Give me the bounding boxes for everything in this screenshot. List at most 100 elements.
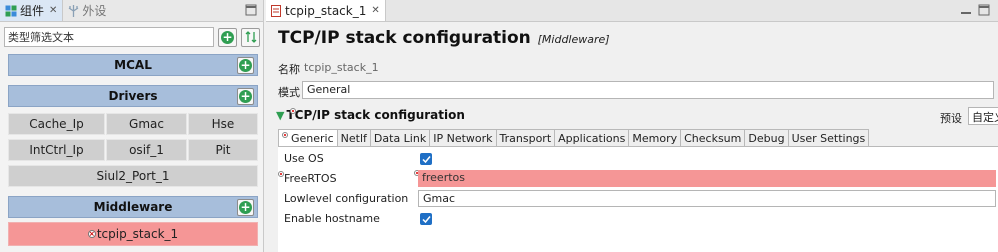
error-icon: × bbox=[87, 230, 96, 238]
page-title: TCP/IP stack configuration bbox=[278, 28, 531, 48]
tab-peripherals[interactable]: 外设 bbox=[63, 0, 111, 21]
component-intctrl-ip[interactable]: IntCtrl_Ip bbox=[8, 139, 105, 161]
tab-netlf[interactable]: Netlf bbox=[337, 129, 371, 147]
tab-label: Transport bbox=[499, 131, 552, 145]
mode-select[interactable]: General bbox=[302, 81, 994, 99]
component-osif-1[interactable]: osif_1 bbox=[106, 139, 187, 161]
component-label: osif_1 bbox=[129, 143, 164, 157]
tab-label: Applications bbox=[558, 131, 626, 145]
section-title: TCP/IP stack configuration bbox=[286, 108, 465, 122]
page-title-row: TCP/IP stack configuration [Middleware] bbox=[278, 28, 610, 48]
tab-label: Data Link bbox=[373, 131, 427, 145]
name-value: tcpip_stack_1 bbox=[304, 61, 379, 74]
category-label: Drivers bbox=[108, 89, 158, 103]
tab-components[interactable]: 组件 ✕ bbox=[0, 0, 64, 21]
tab-debug[interactable]: Debug bbox=[745, 129, 789, 147]
component-label: IntCtrl_Ip bbox=[29, 143, 84, 157]
preset-label: 预设 bbox=[940, 112, 962, 125]
name-label: 名称 bbox=[278, 63, 300, 76]
mode-label: 模式 bbox=[278, 86, 300, 99]
property-label: Use OS bbox=[284, 152, 324, 165]
category-label: MCAL bbox=[114, 58, 152, 72]
tab-label: Checksum bbox=[684, 131, 742, 145]
close-icon[interactable]: ✕ bbox=[49, 5, 57, 16]
checkmark-icon bbox=[421, 215, 431, 223]
component-cache-ip[interactable]: Cache_Ip bbox=[8, 113, 105, 135]
sort-button[interactable] bbox=[241, 27, 260, 47]
tab-label: Generic bbox=[291, 131, 334, 145]
property-tabs: Generic Netlf Data Link IP Network Trans… bbox=[278, 129, 870, 147]
component-label: Gmac bbox=[129, 117, 164, 131]
plus-icon: + bbox=[239, 200, 252, 214]
property-label: FreeRTOS bbox=[284, 172, 337, 185]
category-drivers[interactable]: Drivers + bbox=[8, 85, 258, 107]
tab-user-settings[interactable]: User Settings bbox=[788, 129, 870, 147]
editor-tab-label: tcpip_stack_1 bbox=[285, 3, 367, 18]
editor-tabbar: tcpip_stack_1 ✕ bbox=[266, 0, 998, 22]
tab-ip-network[interactable]: IP Network bbox=[430, 129, 497, 147]
property-lowlevel-configuration: Lowlevel configuration Gmac bbox=[278, 189, 998, 209]
tab-generic[interactable]: Generic bbox=[278, 129, 338, 147]
component-tcpip-stack-1[interactable]: × tcpip_stack_1 bbox=[8, 222, 258, 246]
filter-input[interactable] bbox=[4, 27, 214, 47]
property-label: Lowlevel configuration bbox=[284, 192, 409, 205]
section-header[interactable]: ▼ TCP/IP stack configuration bbox=[276, 108, 465, 122]
page-subtitle: [Middleware] bbox=[537, 33, 610, 46]
component-gmac[interactable]: Gmac bbox=[106, 113, 187, 135]
editor-panel: tcpip_stack_1 ✕ TCP/IP stack configurati… bbox=[266, 0, 998, 252]
component-pit[interactable]: Pit bbox=[188, 139, 258, 161]
add-mcal-button[interactable]: + bbox=[237, 57, 254, 74]
add-driver-button[interactable]: + bbox=[237, 88, 254, 105]
plus-icon: + bbox=[239, 58, 252, 72]
use-os-checkbox[interactable] bbox=[420, 153, 432, 165]
component-label: Cache_Ip bbox=[29, 117, 84, 131]
filter-row: + bbox=[4, 27, 260, 47]
tab-tcpip-stack-1[interactable]: tcpip_stack_1 ✕ bbox=[266, 0, 386, 21]
config-section: ▼ TCP/IP stack configuration 预设 自定义 Gene… bbox=[276, 106, 998, 252]
error-icon bbox=[282, 132, 288, 138]
close-icon[interactable]: ✕ bbox=[371, 5, 379, 16]
property-use-os: Use OS bbox=[278, 149, 998, 169]
checkmark-icon bbox=[421, 155, 431, 163]
tab-transport[interactable]: Transport bbox=[496, 129, 556, 147]
tab-memory[interactable]: Memory bbox=[629, 129, 682, 147]
components-icon bbox=[5, 5, 17, 16]
tab-label: Netlf bbox=[340, 131, 367, 145]
property-list: Use OS FreeRTOS freertos Lowlevel config… bbox=[278, 146, 998, 252]
maximize-icon[interactable] bbox=[245, 4, 257, 16]
plus-icon: + bbox=[239, 89, 252, 103]
component-siul2-port-1[interactable]: Siul2_Port_1 bbox=[8, 165, 258, 187]
add-component-button[interactable]: + bbox=[218, 27, 237, 47]
preset-select[interactable]: 自定义 bbox=[968, 107, 998, 125]
property-enable-hostname: Enable hostname bbox=[278, 209, 998, 229]
peripherals-icon bbox=[69, 4, 79, 17]
category-mcal[interactable]: MCAL + bbox=[8, 54, 258, 76]
component-label: Siul2_Port_1 bbox=[96, 169, 170, 183]
component-label: Hse bbox=[211, 117, 235, 131]
tab-label: Memory bbox=[632, 131, 678, 145]
maximize-icon[interactable] bbox=[978, 4, 990, 16]
window-controls bbox=[960, 4, 990, 16]
tab-data-link[interactable]: Data Link bbox=[370, 129, 431, 147]
component-hse[interactable]: Hse bbox=[188, 113, 258, 135]
plus-icon: + bbox=[221, 29, 234, 44]
property-label: Enable hostname bbox=[284, 212, 380, 225]
component-label: Pit bbox=[215, 143, 231, 157]
tab-applications[interactable]: Applications bbox=[555, 129, 630, 147]
freertos-field[interactable]: freertos bbox=[418, 170, 996, 187]
components-panel: 组件 ✕ 外设 + MCAL + Drivers + Cache_Ip bbox=[0, 0, 264, 252]
tab-label: Debug bbox=[748, 131, 785, 145]
tab-components-label: 组件 bbox=[20, 4, 45, 18]
config-file-icon bbox=[271, 4, 281, 17]
left-tabbar: 组件 ✕ 外设 bbox=[0, 0, 263, 22]
category-middleware[interactable]: Middleware + bbox=[8, 196, 258, 218]
lowlevel-configuration-field[interactable]: Gmac bbox=[418, 190, 996, 207]
component-label: tcpip_stack_1 bbox=[96, 227, 179, 241]
add-middleware-button[interactable]: + bbox=[237, 199, 254, 216]
enable-hostname-checkbox[interactable] bbox=[420, 213, 432, 225]
tab-label: User Settings bbox=[791, 131, 866, 145]
tab-checksum[interactable]: Checksum bbox=[681, 129, 746, 147]
minimize-icon[interactable] bbox=[960, 4, 972, 16]
sort-icon bbox=[245, 31, 256, 43]
chevron-down-icon: ▼ bbox=[276, 108, 285, 122]
